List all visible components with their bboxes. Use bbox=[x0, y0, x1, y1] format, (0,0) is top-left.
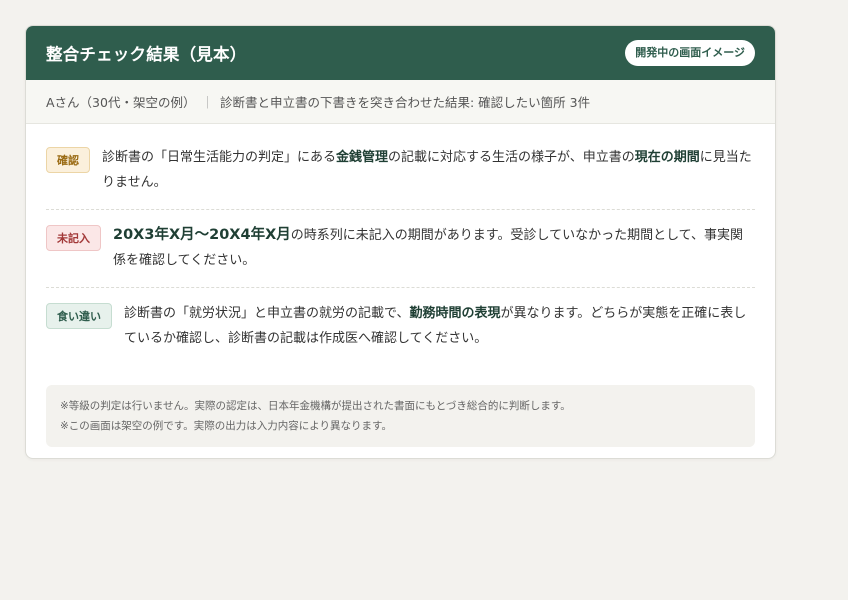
preview-badge: 開発中の画面イメージ bbox=[625, 40, 755, 66]
summary-detail: 診断書と申立書の下書きを突き合わせた結果: 確認したい箇所 3件 bbox=[219, 95, 591, 110]
finding-item: 未記入 20X3年X月〜20X4年X月の時系列に未記入の期間があります。受診して… bbox=[46, 210, 755, 288]
finding-emphasis: 勤務時間の表現 bbox=[409, 306, 501, 321]
card-title: 整合チェック結果（見本） bbox=[46, 45, 247, 64]
finding-text: 20X3年X月〜20X4年X月の時系列に未記入の期間があります。受診していなかっ… bbox=[113, 223, 755, 273]
result-card: 整合チェック結果（見本） 開発中の画面イメージ Aさん（30代・架空の例） ｜ … bbox=[25, 25, 776, 459]
finding-emphasis: 現在の期間 bbox=[634, 150, 700, 165]
finding-item: 確認 診断書の「日常生活能力の判定」にある金銭管理の記載に対応する生活の様子が、… bbox=[46, 132, 755, 210]
summary-separator: ｜ bbox=[201, 95, 214, 110]
summary-person: Aさん（30代・架空の例） bbox=[46, 95, 196, 110]
summary-bar: Aさん（30代・架空の例） ｜ 診断書と申立書の下書きを突き合わせた結果: 確認… bbox=[26, 80, 775, 124]
tag-discrepancy: 食い違い bbox=[46, 303, 112, 329]
finding-emphasis: 金銭管理 bbox=[336, 150, 389, 165]
finding-text: 診断書の「就労状況」と申立書の就労の記載で、勤務時間の表現が異なります。どちらが… bbox=[124, 301, 755, 351]
card-header: 整合チェック結果（見本） 開発中の画面イメージ bbox=[26, 26, 775, 80]
finding-item: 食い違い 診断書の「就労状況」と申立書の就労の記載で、勤務時間の表現が異なります… bbox=[46, 288, 755, 365]
tag-missing: 未記入 bbox=[46, 225, 101, 251]
disclaimer-line: ※この画面は架空の例です。実際の出力は入力内容により異なります。 bbox=[60, 420, 392, 432]
finding-text-part: の記載に対応する生活の様子が、申立書の bbox=[388, 150, 635, 165]
disclaimer-line: ※等級の判定は行いません。実際の認定は、日本年金機構が提出された書面にもとづき総… bbox=[60, 400, 571, 412]
tag-confirm: 確認 bbox=[46, 147, 90, 173]
finding-text-part: 診断書の「就労状況」と申立書の就労の記載で、 bbox=[124, 306, 410, 321]
findings-list: 確認 診断書の「日常生活能力の判定」にある金銭管理の記載に対応する生活の様子が、… bbox=[26, 124, 775, 365]
finding-text: 診断書の「日常生活能力の判定」にある金銭管理の記載に対応する生活の様子が、申立書… bbox=[102, 145, 755, 195]
finding-text-part: 診断書の「日常生活能力の判定」にある bbox=[102, 150, 337, 165]
disclaimer-note: ※等級の判定は行いません。実際の認定は、日本年金機構が提出された書面にもとづき総… bbox=[46, 385, 755, 447]
finding-emphasis: 20X3年X月〜20X4年X月 bbox=[113, 227, 291, 243]
